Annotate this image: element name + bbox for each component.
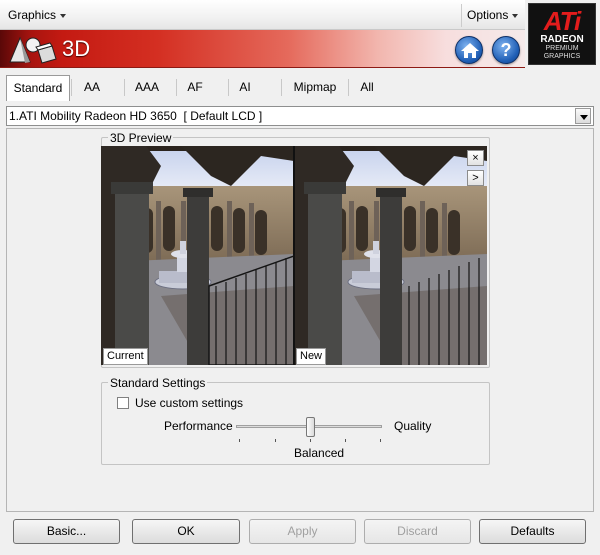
slider-value-label: Balanced bbox=[294, 446, 345, 460]
logo-graphics-text: GRAPHICS bbox=[543, 53, 581, 60]
tab-divider bbox=[281, 79, 282, 96]
tab-divider bbox=[124, 79, 125, 96]
help-button[interactable]: ? bbox=[492, 36, 520, 64]
slider-tick bbox=[310, 439, 311, 442]
slider-min-label: Performance bbox=[164, 419, 233, 433]
new-label: New bbox=[296, 348, 327, 365]
chevron-right-icon: > bbox=[472, 172, 479, 184]
slider-tick bbox=[380, 439, 381, 442]
tab-divider bbox=[348, 79, 349, 96]
tab-aa[interactable]: AA bbox=[72, 75, 112, 100]
close-preview-button[interactable]: × bbox=[467, 150, 484, 166]
adapter-dropdown-button[interactable] bbox=[575, 108, 591, 124]
tab-ai[interactable]: AI bbox=[230, 75, 260, 100]
home-icon bbox=[461, 43, 479, 58]
preview-group-title: 3D Preview bbox=[108, 131, 174, 145]
discard-button[interactable]: Discard bbox=[364, 519, 471, 544]
use-custom-settings-label: Use custom settings bbox=[135, 396, 244, 410]
3d-shapes-icon bbox=[6, 32, 58, 66]
help-icon: ? bbox=[500, 40, 512, 60]
use-custom-settings-checkbox[interactable] bbox=[117, 397, 129, 409]
tab-standard[interactable]: Standard bbox=[6, 75, 70, 101]
options-menu[interactable]: Options bbox=[467, 0, 519, 30]
quality-slider-thumb[interactable] bbox=[306, 417, 315, 437]
basic-button[interactable]: Basic... bbox=[13, 519, 120, 544]
apply-button[interactable]: Apply bbox=[249, 519, 356, 544]
new-preview-image bbox=[294, 146, 487, 365]
graphics-menu[interactable]: Graphics bbox=[8, 0, 67, 30]
chevron-down-icon bbox=[512, 13, 519, 18]
options-menu-label: Options bbox=[467, 8, 509, 22]
adapter-select-value: 1.ATI Mobility Radeon HD 3650 [ Default … bbox=[9, 109, 263, 123]
tab-aaa[interactable]: AAA bbox=[126, 75, 168, 100]
current-preview-image bbox=[101, 146, 295, 365]
graphics-menu-label: Graphics bbox=[8, 8, 57, 22]
logo-premium-text: PREMIUM bbox=[545, 45, 579, 52]
page-title: 3D bbox=[62, 36, 91, 61]
logo-ati-text: ATi bbox=[543, 6, 581, 36]
close-icon: × bbox=[472, 152, 479, 164]
menu-divider bbox=[461, 4, 462, 27]
standard-settings-title: Standard Settings bbox=[108, 376, 208, 390]
slider-tick bbox=[239, 439, 240, 442]
chevron-down-icon bbox=[60, 13, 67, 18]
ati-radeon-logo: ATi RADEON PREMIUM GRAPHICS bbox=[528, 3, 596, 65]
logo-radeon-text: RADEON bbox=[540, 34, 584, 45]
ok-button[interactable]: OK bbox=[132, 519, 240, 544]
tab-divider bbox=[228, 79, 229, 96]
tab-mipmap[interactable]: Mipmap bbox=[284, 75, 346, 100]
tab-all[interactable]: All bbox=[350, 75, 384, 100]
tab-af[interactable]: AF bbox=[178, 75, 212, 100]
home-button[interactable] bbox=[455, 36, 483, 64]
tab-divider bbox=[176, 79, 177, 96]
defaults-button[interactable]: Defaults bbox=[479, 519, 586, 544]
next-preview-button[interactable]: > bbox=[467, 170, 484, 186]
menu-bar bbox=[0, 0, 525, 30]
preview-divider bbox=[293, 146, 295, 365]
preview-viewport: Current New × > bbox=[101, 146, 487, 365]
current-label: Current bbox=[103, 348, 148, 365]
slider-tick bbox=[275, 439, 276, 442]
chevron-down-icon bbox=[580, 115, 588, 120]
slider-max-label: Quality bbox=[394, 419, 432, 433]
slider-tick bbox=[345, 439, 346, 442]
